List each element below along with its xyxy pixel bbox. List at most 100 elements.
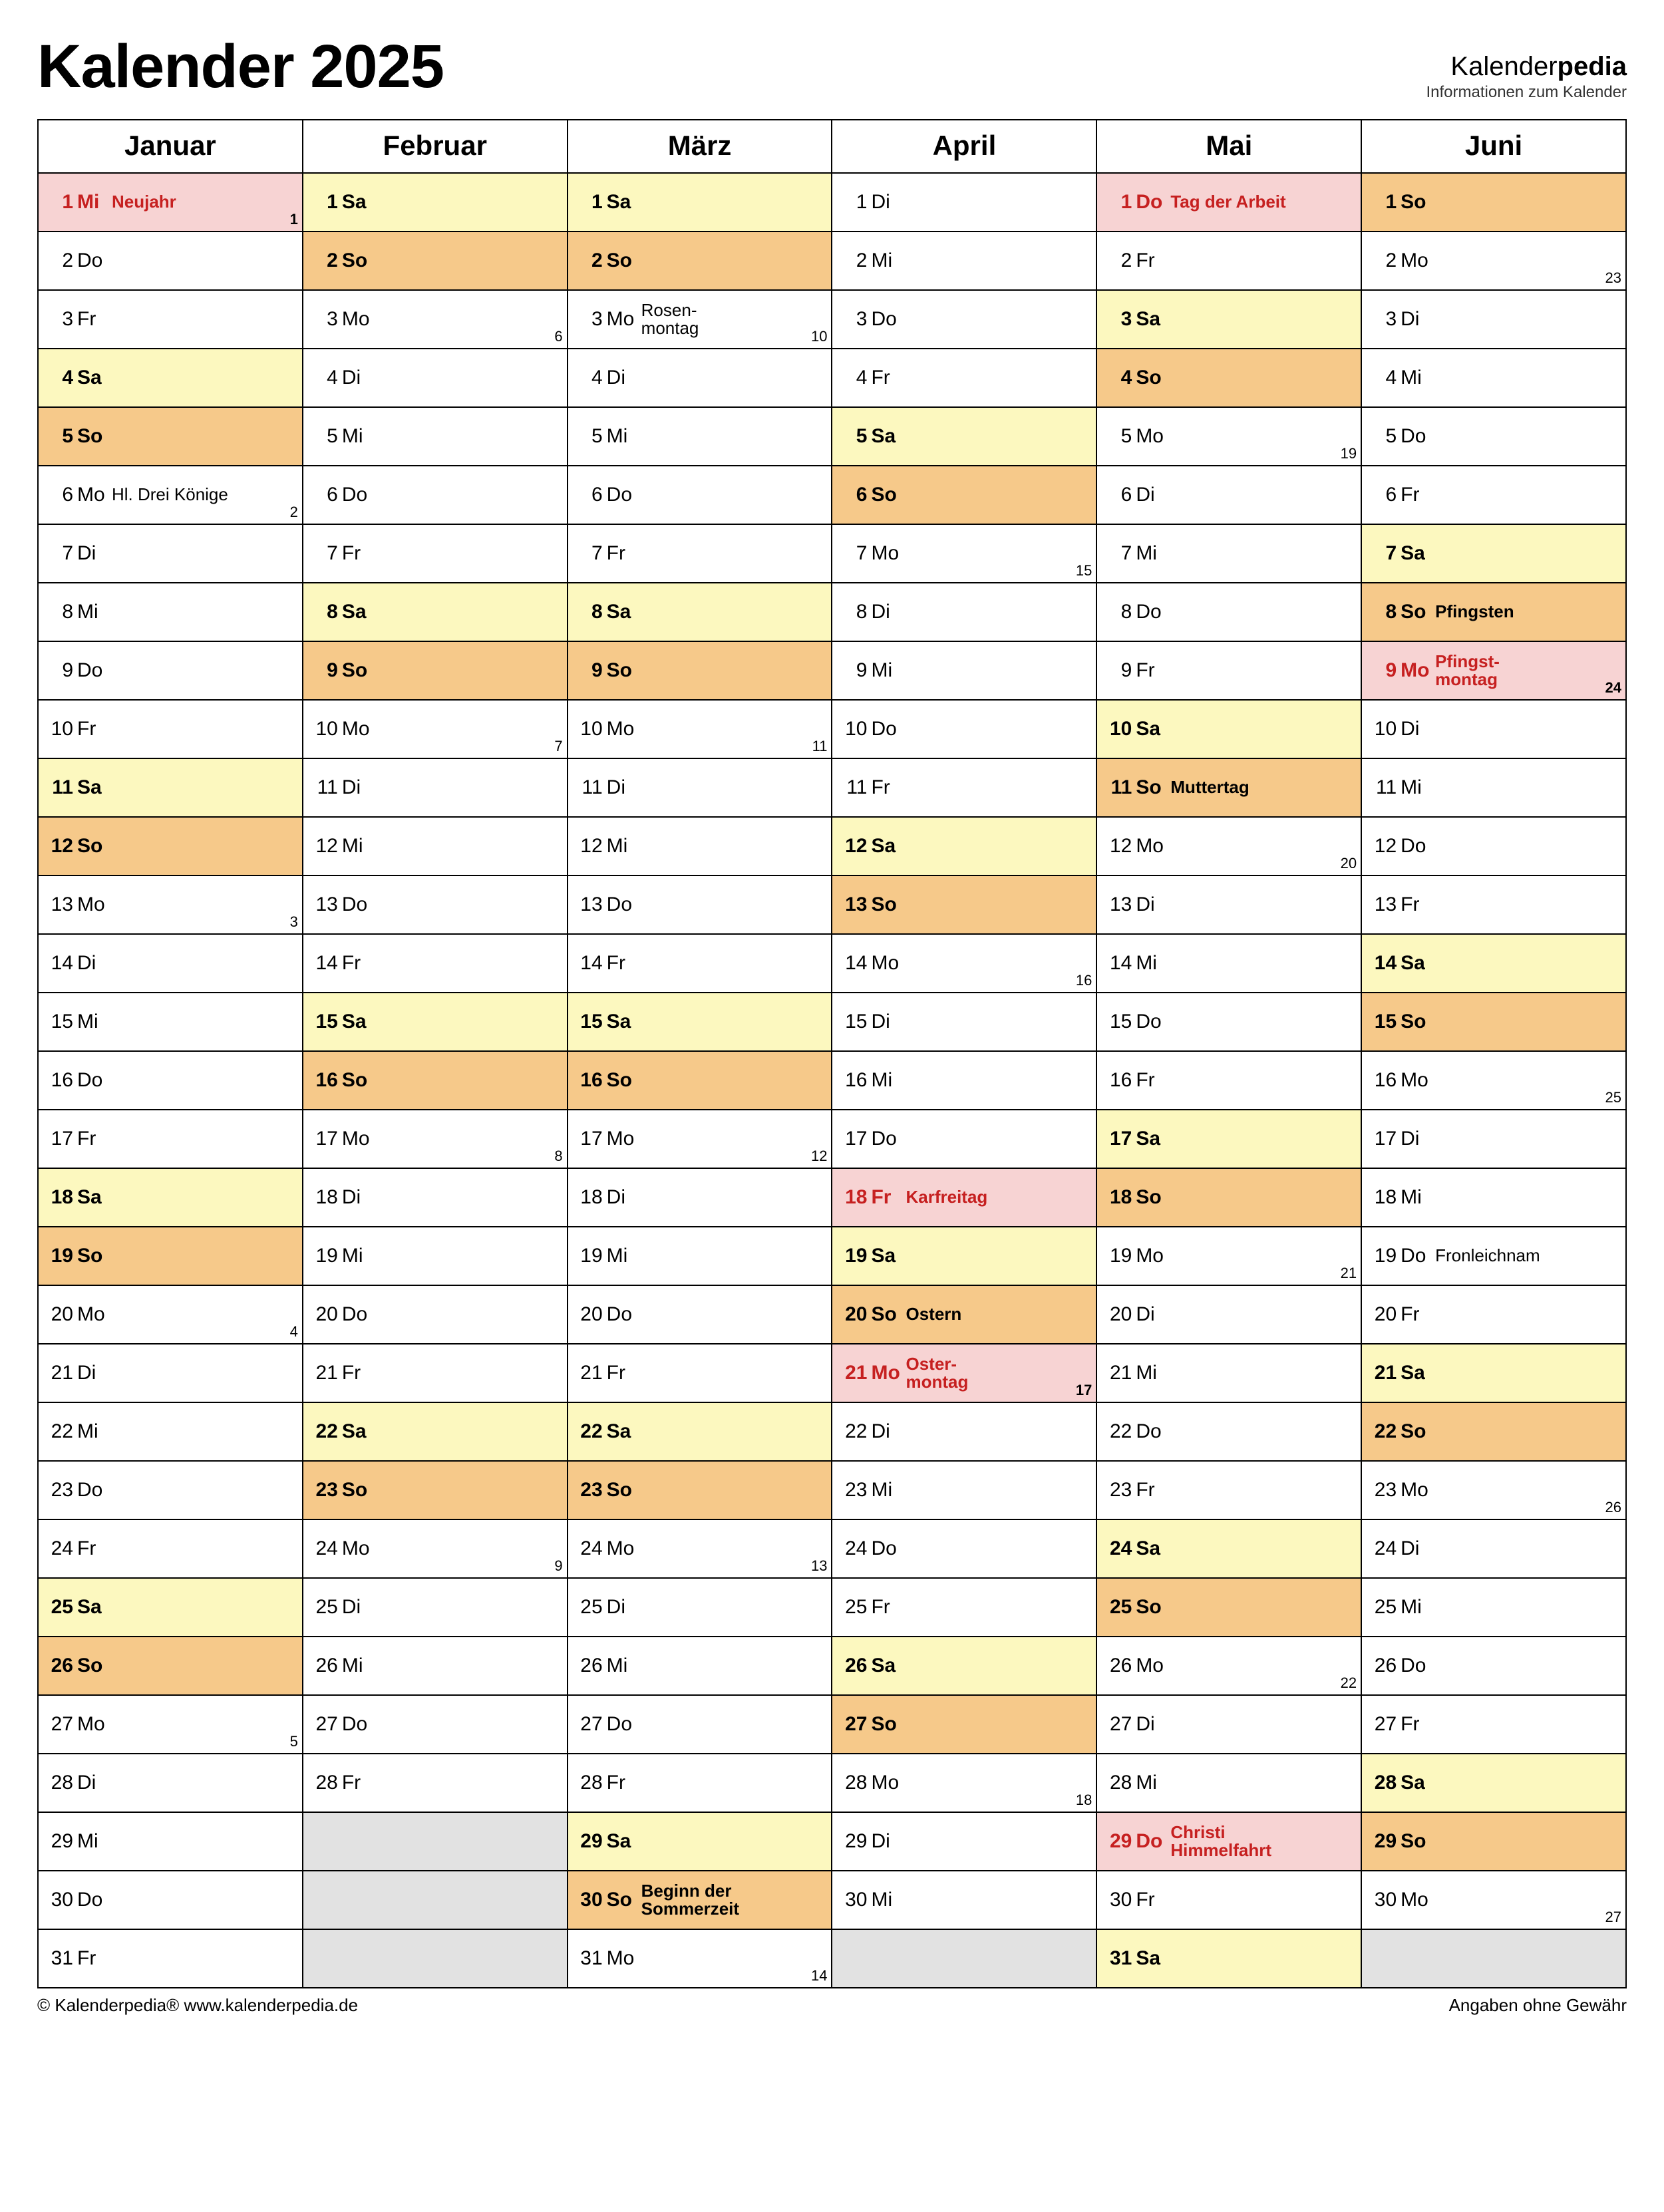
day-number: 2: [45, 249, 77, 272]
calendar-row: 29Mi29Sa29Di29DoChristi Himmelfahrt29So: [38, 1812, 1626, 1871]
calendar-cell: 13Di: [1096, 875, 1361, 934]
brand: Kalenderpedia Informationen zum Kalender: [1426, 52, 1627, 102]
day-of-week: Fr: [871, 1186, 906, 1209]
day-number: 26: [45, 1655, 77, 1677]
day-of-week: Mo: [1136, 425, 1170, 448]
calendar-table: JanuarFebruarMärzAprilMaiJuni 1MiNeujahr…: [37, 119, 1627, 1988]
day-of-week: Do: [1136, 191, 1170, 214]
day-of-week: Fr: [342, 952, 377, 975]
day-of-week: Fr: [1136, 249, 1170, 272]
day-of-week: Do: [342, 1303, 377, 1326]
footer: © Kalenderpedia® www.kalenderpedia.de An…: [37, 1995, 1627, 2016]
day-of-week: Di: [77, 1772, 112, 1794]
calendar-cell: 20Fr: [1361, 1285, 1626, 1344]
week-number: 6: [554, 328, 562, 345]
day-of-week: Mi: [342, 835, 377, 858]
day-of-week: Fr: [77, 1128, 112, 1150]
day-number: 24: [45, 1537, 77, 1560]
day-number: 2: [1104, 249, 1136, 272]
calendar-cell: 29DoChristi Himmelfahrt: [1096, 1812, 1361, 1871]
day-number: 13: [45, 893, 77, 916]
day-of-week: Mo: [342, 1128, 377, 1150]
calendar-cell: 25Fr: [832, 1578, 1096, 1637]
day-of-week: So: [1136, 1596, 1170, 1619]
day-number: 11: [310, 776, 342, 799]
calendar-cell: 28Sa: [1361, 1754, 1626, 1812]
calendar-row: 13Mo313Do13Do13So13Di13Fr: [38, 875, 1626, 934]
day-of-week: Mo: [607, 718, 641, 740]
calendar-cell: 30Do: [38, 1871, 303, 1929]
event-label: Karfreitag: [906, 1188, 1090, 1206]
day-number: 11: [1104, 776, 1136, 799]
calendar-row: 23Do23So23So23Mi23Fr23Mo26: [38, 1461, 1626, 1519]
day-number: 17: [310, 1128, 342, 1150]
day-number: 16: [310, 1069, 342, 1092]
day-of-week: Di: [342, 367, 377, 389]
day-of-week: Mi: [77, 601, 112, 623]
calendar-cell: 19So: [38, 1227, 303, 1285]
day-of-week: Fr: [342, 542, 377, 565]
day-of-week: Sa: [342, 1011, 377, 1033]
calendar-cell: 13Do: [303, 875, 568, 934]
day-number: 22: [1104, 1420, 1136, 1443]
day-number: 21: [310, 1362, 342, 1384]
calendar-cell: 4Mi: [1361, 349, 1626, 407]
calendar-row: 15Mi15Sa15Sa15Di15Do15So: [38, 993, 1626, 1051]
calendar-cell: 29Sa: [568, 1812, 832, 1871]
day-number: 6: [1104, 484, 1136, 506]
week-number: 4: [290, 1323, 298, 1341]
day-number: 5: [1369, 425, 1401, 448]
calendar-cell: 27Fr: [1361, 1695, 1626, 1754]
day-of-week: Mi: [871, 1889, 906, 1911]
calendar-cell: 2So: [303, 232, 568, 290]
day-of-week: Fr: [1136, 1479, 1170, 1501]
day-number: 23: [1369, 1479, 1401, 1501]
day-number: 29: [1104, 1830, 1136, 1853]
day-number: 2: [310, 249, 342, 272]
calendar-cell: 1Di: [832, 173, 1096, 232]
calendar-cell: 10Mo11: [568, 700, 832, 758]
day-number: 9: [839, 659, 871, 682]
calendar-cell: 7Mi: [1096, 524, 1361, 583]
day-number: 5: [1104, 425, 1136, 448]
day-number: 17: [575, 1128, 607, 1150]
day-of-week: Mi: [871, 1479, 906, 1501]
event-label: Hl. Drei Könige: [112, 486, 297, 504]
calendar-cell: 7Fr: [303, 524, 568, 583]
month-header: Mai: [1096, 120, 1361, 173]
day-of-week: Sa: [342, 1420, 377, 1443]
day-number: 23: [45, 1479, 77, 1501]
day-of-week: Sa: [342, 191, 377, 214]
day-number: 6: [575, 484, 607, 506]
day-of-week: Fr: [77, 1537, 112, 1560]
day-of-week: Sa: [871, 1245, 906, 1267]
day-of-week: So: [77, 1655, 112, 1677]
day-number: 9: [1369, 659, 1401, 682]
calendar-row: 16Do16So16So16Mi16Fr16Mo25: [38, 1051, 1626, 1110]
calendar-cell: 30Mi: [832, 1871, 1096, 1929]
day-of-week: So: [607, 1479, 641, 1501]
day-of-week: So: [342, 1069, 377, 1092]
brand-tagline: Informationen zum Kalender: [1426, 83, 1627, 102]
calendar-cell: 9Do: [38, 641, 303, 700]
day-of-week: So: [871, 1303, 906, 1326]
calendar-cell: 10Di: [1361, 700, 1626, 758]
calendar-cell: 26Mi: [568, 1637, 832, 1695]
day-number: 7: [310, 542, 342, 565]
day-of-week: Do: [607, 1303, 641, 1326]
calendar-cell: 12Do: [1361, 817, 1626, 875]
day-number: 11: [575, 776, 607, 799]
calendar-cell: 15Di: [832, 993, 1096, 1051]
calendar-row: 21Di21Fr21Fr21MoOster-montag1721Mi21Sa: [38, 1344, 1626, 1402]
calendar-cell: 4Di: [568, 349, 832, 407]
day-of-week: Di: [342, 1186, 377, 1209]
calendar-cell: [303, 1871, 568, 1929]
calendar-cell: 11Di: [568, 758, 832, 817]
day-of-week: So: [607, 659, 641, 682]
calendar-cell: 11Fr: [832, 758, 1096, 817]
day-of-week: So: [342, 1479, 377, 1501]
day-of-week: Sa: [607, 1420, 641, 1443]
calendar-cell: 16Do: [38, 1051, 303, 1110]
calendar-cell: 17Mo8: [303, 1110, 568, 1168]
day-number: 8: [1104, 601, 1136, 623]
